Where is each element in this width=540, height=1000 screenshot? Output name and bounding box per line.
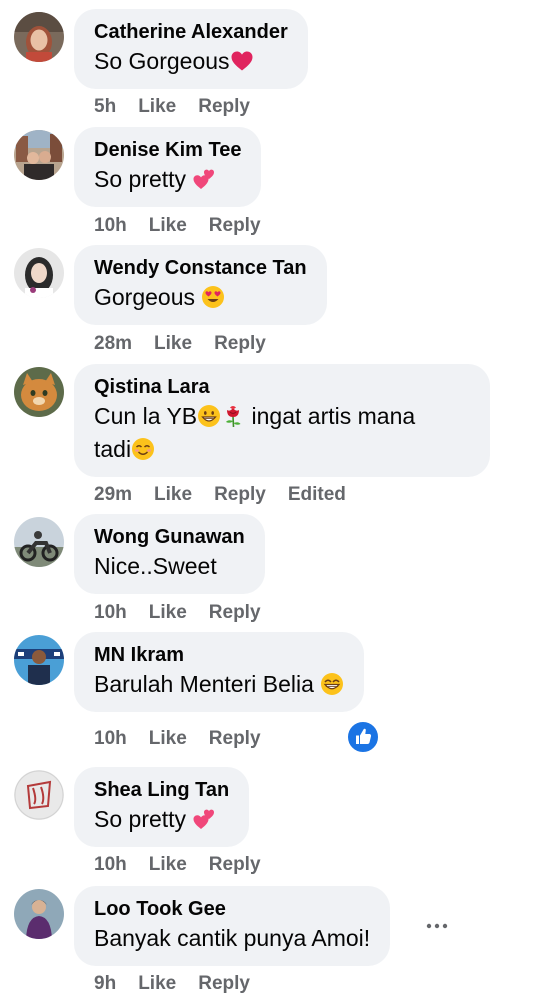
comment-meta: 10h Like Reply (94, 215, 283, 237)
comment-text: So Gorgeous (94, 45, 288, 78)
comment-time[interactable]: 10h (94, 215, 127, 237)
comment-time[interactable]: 10h (94, 728, 127, 750)
comment-meta: 10h Like Reply (94, 602, 283, 624)
comment-text-content: So pretty (94, 806, 193, 832)
like-reaction-icon[interactable] (346, 720, 380, 754)
like-link[interactable]: Like (149, 728, 187, 750)
avatar[interactable] (14, 770, 64, 820)
comment-meta: 9h Like Reply (94, 973, 272, 995)
commenter-name[interactable]: Wong Gunawan (94, 524, 245, 550)
comment-time[interactable]: 28m (94, 333, 132, 355)
smiling-face-icon (131, 437, 155, 461)
comment-meta: 10h Like Reply (94, 854, 283, 876)
grinning-face-icon (197, 404, 221, 428)
reply-link[interactable]: Reply (209, 602, 261, 624)
comment-meta: 5h Like Reply (94, 96, 272, 118)
grinning-face-icon (320, 672, 344, 696)
comment-bubble: Denise Kim Tee So pretty (74, 127, 262, 207)
comment-time[interactable]: 10h (94, 854, 127, 876)
reply-link[interactable]: Reply (198, 96, 250, 118)
like-link[interactable]: Like (154, 484, 192, 506)
reply-link[interactable]: Reply (209, 215, 261, 237)
red-heart-icon (230, 49, 254, 73)
comment-text-part: tadi (94, 436, 132, 462)
commenter-name[interactable]: Loo Took Gee (94, 896, 370, 922)
like-link[interactable]: Like (154, 333, 192, 355)
comment-time[interactable]: 29m (94, 484, 132, 506)
heart-eyes-icon (201, 285, 225, 309)
comment-text: Gorgeous (94, 281, 307, 314)
comment-bubble: Wong Gunawan Nice..Sweet (74, 514, 265, 594)
like-link[interactable]: Like (149, 215, 187, 237)
reply-link[interactable]: Reply (198, 973, 250, 995)
comment-text-content: So Gorgeous (94, 48, 230, 74)
like-link[interactable]: Like (149, 602, 187, 624)
commenter-name[interactable]: Qistina Lara (94, 374, 470, 400)
comment-text: Cun la YB ingat artis mana tadi (94, 400, 470, 466)
comment-bubble: Wendy Constance Tan Gorgeous (74, 245, 327, 325)
commenter-name[interactable]: Catherine Alexander (94, 19, 288, 45)
avatar[interactable] (14, 367, 64, 417)
comment-bubble: Catherine Alexander So Gorgeous (74, 9, 308, 89)
comment-text-part: Cun la YB (94, 403, 198, 429)
comment-text-part: ingat artis mana (245, 403, 416, 429)
avatar[interactable] (14, 12, 64, 62)
like-link[interactable]: Like (138, 973, 176, 995)
like-link[interactable]: Like (149, 854, 187, 876)
rose-icon (221, 404, 245, 428)
comment-text-content: So pretty (94, 166, 193, 192)
avatar[interactable] (14, 635, 64, 685)
reply-link[interactable]: Reply (209, 854, 261, 876)
comment-meta: 29m Like Reply Edited (94, 484, 368, 506)
reply-link[interactable]: Reply (209, 728, 261, 750)
commenter-name[interactable]: Shea Ling Tan (94, 777, 229, 803)
comment-bubble: MN Ikram Barulah Menteri Belia (74, 632, 365, 712)
comment-bubble: Shea Ling Tan So pretty (74, 767, 250, 847)
avatar[interactable] (14, 889, 64, 939)
comment-meta: 10h Like Reply (94, 728, 283, 750)
comment-text: Barulah Menteri Belia (94, 668, 344, 701)
comment-text: Banyak cantik punya Amoi! (94, 925, 371, 951)
reply-link[interactable]: Reply (214, 333, 266, 355)
comment-text-content: Gorgeous (94, 284, 202, 310)
comment-text: So pretty (94, 803, 229, 836)
more-options-icon[interactable] (424, 913, 450, 939)
comment-text-content: Barulah Menteri Belia (94, 671, 321, 697)
comment-text: So pretty (94, 163, 241, 196)
edited-label[interactable]: Edited (288, 484, 346, 506)
avatar[interactable] (14, 130, 64, 180)
comment-bubble: Loo Took Gee Banyak cantik punya Amoi! (74, 886, 391, 966)
comment-bubble: Qistina Lara Cun la YB ingat artis mana t… (74, 364, 490, 477)
comment-time[interactable]: 10h (94, 602, 127, 624)
reply-link[interactable]: Reply (214, 484, 266, 506)
like-link[interactable]: Like (138, 96, 176, 118)
avatar[interactable] (14, 517, 64, 567)
comment-time[interactable]: 5h (94, 96, 116, 118)
comment-text: Nice..Sweet (94, 553, 217, 579)
commenter-name[interactable]: Denise Kim Tee (94, 137, 241, 163)
avatar[interactable] (14, 248, 64, 298)
commenter-name[interactable]: MN Ikram (94, 642, 344, 668)
two-hearts-icon (192, 807, 216, 831)
comment-time[interactable]: 9h (94, 973, 116, 995)
comment-meta: 28m Like Reply (94, 333, 288, 355)
commenter-name[interactable]: Wendy Constance Tan (94, 255, 307, 281)
two-hearts-icon (192, 167, 216, 191)
